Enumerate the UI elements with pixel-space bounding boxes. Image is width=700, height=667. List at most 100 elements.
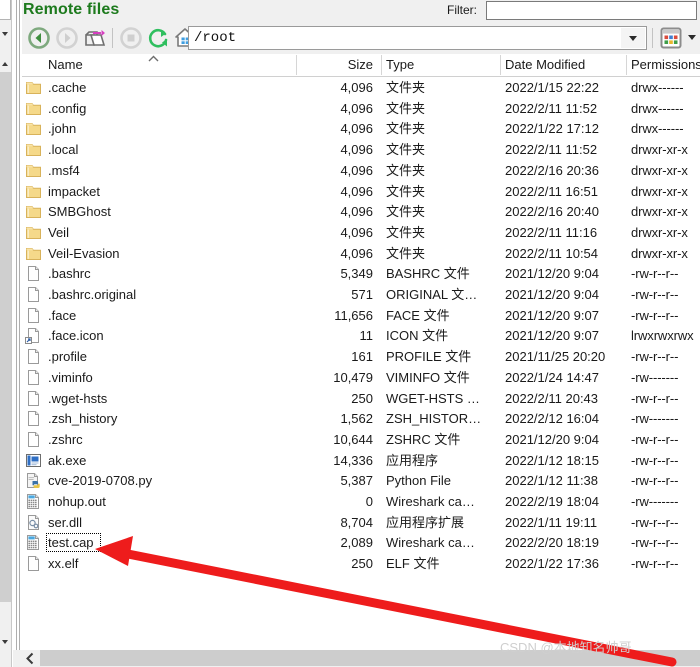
vertical-scrollbar-track[interactable]	[0, 72, 11, 602]
file-icon	[25, 265, 42, 282]
table-row[interactable]: .face 11,656 FACE 文件 2021/12/20 9:07 -rw-r--…	[22, 305, 700, 326]
application-icon	[25, 452, 42, 469]
wireshark-icon	[25, 493, 42, 510]
cell-date: 2022/2/11 16:51	[505, 183, 599, 199]
column-header-permissions[interactable]: Permissions	[631, 54, 700, 75]
cell-permissions: -rw-r--r--	[631, 349, 679, 365]
toolbar: /root	[22, 22, 700, 54]
refresh-button[interactable]	[146, 25, 172, 51]
table-row[interactable]: xx.elf 250 ELF 文件 2022/1/22 17:36 -rw-r--r--	[22, 553, 700, 574]
wireshark-icon	[25, 534, 42, 551]
cell-type: Wireshark ca…	[386, 535, 475, 551]
parent-directory-button[interactable]	[82, 25, 108, 51]
cell-date: 2021/12/20 9:04	[505, 266, 599, 282]
table-row[interactable]: .cache 4,096 文件夹 2022/1/15 22:22 drwx------	[22, 77, 700, 98]
cell-size: 11,656	[334, 307, 373, 323]
page-title: Remote files	[23, 1, 120, 18]
cell-name: .profile	[48, 349, 88, 365]
cell-type: 文件夹	[386, 80, 426, 95]
path-dropdown-button[interactable]	[621, 28, 645, 48]
cell-permissions: -rw-------	[631, 411, 679, 427]
cell-date: 2021/11/25 20:20	[505, 349, 606, 365]
cell-name: nohup.out	[48, 494, 106, 509]
cell-size: 250	[351, 556, 373, 572]
cell-name: .zsh_history	[48, 411, 118, 427]
table-row[interactable]: .zshrc 10,644 ZSHRC 文件 2021/12/20 9:04 -rw-r…	[22, 429, 700, 450]
cell-type: 文件夹	[386, 245, 426, 261]
folder-icon	[25, 203, 42, 220]
table-row[interactable]: .bashrc 5,349 BASHRC 文件 2021/12/20 9:04 -rw-…	[22, 263, 700, 284]
table-row[interactable]: .bashrc.original 571 ORIGINAL 文… 2021/12/20…	[22, 284, 700, 305]
view-mode-button[interactable]	[659, 27, 683, 49]
cell-date: 2021/12/20 9:07	[505, 307, 599, 323]
cell-date: 2022/2/19 18:04	[505, 494, 599, 509]
chevron-down-icon[interactable]	[2, 32, 8, 36]
cell-permissions: drwxr-xr-x	[631, 204, 688, 220]
cell-date: 2022/2/12 16:04	[505, 411, 599, 427]
scroll-left-icon[interactable]	[22, 650, 39, 667]
folder-icon	[25, 162, 42, 179]
cell-name: impacket	[48, 183, 101, 199]
cell-size: 250	[351, 390, 373, 406]
file-icon	[25, 307, 42, 324]
filter-input[interactable]	[486, 1, 697, 20]
cell-type: 文件夹	[386, 183, 426, 199]
cell-permissions: drwx------	[631, 80, 684, 95]
cell-date: 2021/12/20 9:04	[505, 431, 599, 447]
cell-date: 2022/1/11 19:11	[505, 514, 598, 530]
cell-permissions: -rw-r--r--	[631, 473, 679, 489]
cell-name: .local	[48, 142, 79, 158]
cell-name: .viminfo	[48, 369, 93, 385]
chevron-down-icon-bottom[interactable]	[2, 640, 8, 644]
table-row[interactable]: Veil 4,096 文件夹 2022/2/11 11:16 drwxr-xr-x	[22, 222, 700, 243]
table-row[interactable]: .john 4,096 文件夹 2022/1/22 17:12 drwx------	[22, 118, 700, 139]
chevron-up-icon[interactable]	[2, 62, 8, 66]
folder-icon	[25, 79, 42, 96]
cell-type: ZSH_HISTOR…	[386, 411, 482, 427]
cell-size: 10,479	[333, 369, 373, 385]
column-header-date[interactable]: Date Modified	[505, 54, 627, 75]
cell-permissions: drwxr-xr-x	[631, 162, 688, 178]
cell-size: 10,644	[333, 431, 373, 447]
table-row[interactable]: Veil-Evasion 4,096 文件夹 2022/2/11 10:54 drwxr…	[22, 243, 700, 264]
table-row[interactable]: .wget-hsts 250 WGET-HSTS … 2022/2/11 20:43 -…	[22, 388, 700, 409]
cell-date: 2021/12/20 9:07	[505, 328, 599, 344]
path-bar[interactable]: /root	[188, 26, 647, 50]
column-header-type[interactable]: Type	[386, 54, 498, 75]
cell-date: 2022/1/22 17:36	[505, 556, 599, 572]
table-row[interactable]: SMBGhost 4,096 文件夹 2022/2/16 20:40 drwxr-xr-…	[22, 201, 700, 222]
cell-name: .wget-hsts	[48, 390, 108, 406]
table-row[interactable]: cve-2019-0708.py 5,387 Python File 2022/1/1…	[22, 470, 700, 491]
folder-icon	[25, 100, 42, 117]
view-options-dropdown[interactable]	[686, 27, 700, 49]
cell-type: 文件夹	[386, 121, 426, 137]
panel-splitter[interactable]	[13, 0, 22, 667]
table-row[interactable]: .viminfo 10,479 VIMINFO 文件 2022/1/24 14:47 -…	[22, 367, 700, 388]
table-row[interactable]: .profile 161 PROFILE 文件 2021/11/25 20:20 -rw…	[22, 346, 700, 367]
table-row[interactable]: ak.exe 14,336 应用程序 2022/1/12 18:15 -rw-r--r-…	[22, 450, 700, 471]
column-header-size[interactable]: Size	[250, 54, 377, 75]
table-row[interactable]: .face.icon 11 ICON 文件 2021/12/20 9:07 lrwxrw…	[22, 325, 700, 346]
table-row[interactable]: nohup.out 0 Wireshark ca… 2022/2/19 18:04 -r…	[22, 491, 700, 512]
cell-name: ak.exe	[48, 452, 87, 468]
table-row[interactable]: ser.dll 8,704 应用程序扩展 2022/1/11 19:11 -rw-r--…	[22, 512, 700, 533]
cell-date: 2022/2/16 20:40	[505, 204, 599, 220]
cell-type: PROFILE 文件	[386, 349, 472, 365]
cell-type: VIMINFO 文件	[386, 369, 470, 385]
back-button[interactable]	[26, 25, 52, 51]
table-row[interactable]: .local 4,096 文件夹 2022/2/11 11:52 drwxr-xr-x	[22, 139, 700, 160]
cell-permissions: -rw-r--r--	[631, 431, 679, 447]
table-row[interactable]: test.cap 2,089 Wireshark ca… 2022/2/20 18:1…	[22, 532, 700, 553]
cell-permissions: -rw-r--r--	[631, 307, 679, 323]
cell-date: 2021/12/20 9:04	[505, 287, 599, 302]
cell-date: 2022/2/11 20:43	[505, 390, 599, 406]
cell-permissions: -rw-r--r--	[631, 556, 679, 572]
cell-size: 5,349	[340, 266, 373, 282]
cell-type: 文件夹	[386, 100, 426, 116]
table-row[interactable]: .msf4 4,096 文件夹 2022/2/16 20:36 drwxr-xr-x	[22, 160, 700, 181]
cell-permissions: drwxr-xr-x	[631, 224, 688, 240]
table-row[interactable]: .zsh_history 1,562 ZSH_HISTOR… 2022/2/12 16…	[22, 408, 700, 429]
table-row[interactable]: impacket 4,096 文件夹 2022/2/11 16:51 drwxr-xr-…	[22, 181, 700, 202]
cell-type: Wireshark ca…	[386, 494, 475, 509]
table-row[interactable]: .config 4,096 文件夹 2022/2/11 11:52 drwx------	[22, 98, 700, 119]
